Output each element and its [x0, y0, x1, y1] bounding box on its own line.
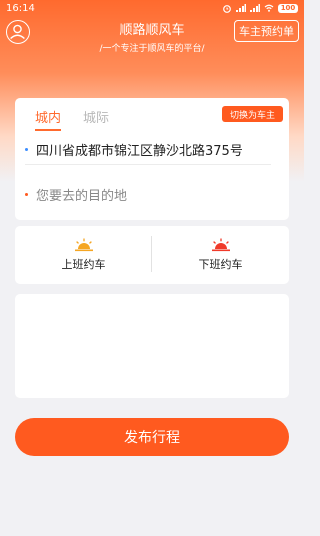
battery-icon: 100 [278, 3, 298, 13]
sunset-icon [210, 238, 232, 252]
status-icons: 100 [222, 3, 298, 13]
app-header: 顺路顺风车 /一个专注于顺风车的平台/ 车主预约单 [0, 16, 304, 60]
tab-intercity[interactable]: 城际 [83, 107, 109, 131]
status-time: 16:14 [6, 2, 35, 14]
off-work-booking-button[interactable]: 下班约车 [152, 226, 289, 284]
status-bar: 16:14 100 [0, 0, 304, 16]
battery-level: 100 [280, 4, 296, 12]
switch-to-driver-button[interactable]: 切换为车主 [221, 106, 283, 122]
route-card: 城内 城际 切换为车主 四川省成都市锦江区静沙北路375号 您要去的目的地 [15, 98, 289, 220]
sunrise-icon [73, 238, 95, 252]
destination-dot-icon [25, 192, 28, 196]
publish-trip-button[interactable]: 发布行程 [15, 418, 289, 456]
tab-intracity[interactable]: 城内 [35, 107, 62, 131]
destination-placeholder: 您要去的目的地 [36, 188, 128, 204]
to-work-label: 上班约车 [61, 258, 106, 271]
page-subtitle: /一个专注于顺风车的平台/ [99, 44, 205, 54]
commute-card: 上班约车 下班约车 [15, 226, 289, 284]
from-address-text: 四川省成都市锦江区静沙北路375号 [36, 144, 243, 159]
origin-dot-icon [25, 148, 28, 151]
city-tabs: 城内 城际 [35, 107, 109, 131]
wifi-icon [264, 4, 274, 12]
from-address-field[interactable]: 四川省成都市锦江区静沙北路375号 [25, 135, 271, 165]
alarm-icon [222, 4, 232, 13]
to-work-booking-button[interactable]: 上班约车 [15, 226, 152, 284]
signal-icon [236, 4, 246, 12]
driver-booking-button[interactable]: 车主预约单 [234, 20, 299, 42]
destination-field[interactable]: 您要去的目的地 [25, 179, 271, 209]
trip-details-card [15, 294, 289, 398]
off-work-label: 下班约车 [198, 258, 243, 271]
signal-icon [250, 4, 260, 12]
